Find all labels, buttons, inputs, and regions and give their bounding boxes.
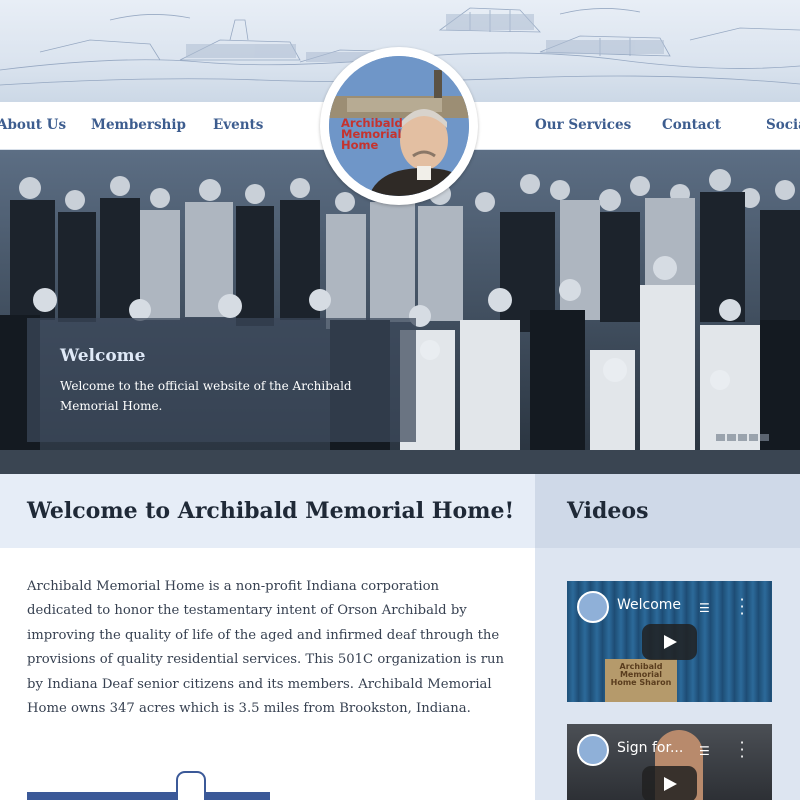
site-logo[interactable]: Archibald Memorial Home — [320, 47, 478, 205]
sidebar-title: Videos — [567, 498, 649, 524]
video-title[interactable]: Welcome — [617, 597, 681, 613]
video-embed[interactable]: Archibald Memorial Home Sharon Welcome ☰… — [567, 581, 772, 702]
channel-avatar-icon[interactable] — [577, 734, 609, 766]
nav-about-us[interactable]: About Us — [0, 117, 66, 133]
channel-avatar-icon[interactable] — [577, 591, 609, 623]
carousel-pager — [716, 434, 771, 442]
video-title[interactable]: Sign for... — [617, 740, 683, 756]
carousel-dot[interactable] — [727, 434, 736, 441]
video-embed[interactable]: Sign for... ☰ · · · — [567, 724, 772, 800]
nav-social[interactable]: Social — [766, 117, 800, 133]
podium-image: Archibald Memorial Home Sharon — [605, 659, 677, 702]
play-button-icon[interactable] — [642, 624, 697, 660]
logo-text: Archibald Memorial Home — [341, 117, 411, 152]
carousel-dot[interactable] — [738, 434, 747, 441]
nav-events[interactable]: Events — [213, 117, 263, 133]
main-heading-bar: Welcome to Archibald Memorial Home! — [0, 474, 535, 548]
play-button-icon[interactable] — [642, 766, 697, 800]
thumbs-up-icon — [176, 771, 206, 800]
facebook-like-banner[interactable] — [27, 792, 270, 800]
logo-line-3: Home — [341, 138, 379, 152]
carousel-dot[interactable] — [749, 434, 758, 441]
hero-caption-title: Welcome — [60, 346, 146, 366]
logo-badge: Archibald Memorial Home — [329, 56, 469, 196]
nav-contact[interactable]: Contact — [662, 117, 721, 133]
podium-text: Archibald Memorial Home Sharon — [610, 662, 672, 687]
intro-paragraph: Archibald Memorial Home is a non-profit … — [27, 579, 505, 717]
nav-our-services[interactable]: Our Services — [535, 117, 631, 133]
nav-membership[interactable]: Membership — [91, 117, 186, 133]
more-options-icon[interactable]: · · · — [739, 735, 745, 765]
more-options-icon[interactable]: · · · — [739, 592, 745, 622]
carousel-dot[interactable] — [716, 434, 725, 441]
carousel-dot-active[interactable] — [760, 434, 769, 441]
sidebar-heading-bar: Videos — [535, 474, 800, 548]
playlist-icon[interactable]: ☰ — [699, 744, 713, 758]
page-title: Welcome to Archibald Memorial Home! — [27, 498, 515, 524]
hero-caption-text: Welcome to the official website of the A… — [60, 379, 352, 413]
playlist-icon[interactable]: ☰ — [699, 601, 713, 615]
hero-caption: Welcome Welcome to the official website … — [27, 318, 416, 442]
